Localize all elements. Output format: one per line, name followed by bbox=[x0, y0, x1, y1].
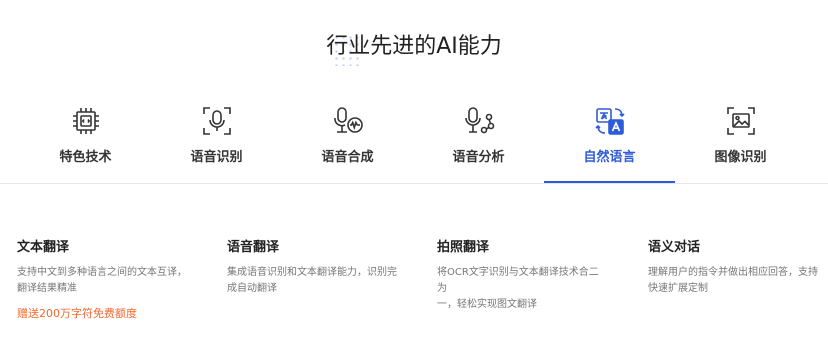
feature-description-line: 支持中文到多种语言之间的文本互译， bbox=[17, 267, 187, 278]
feature-description-line: 将OCR文字识别与文本翻译技术合二为 bbox=[437, 267, 599, 294]
image-scan-icon bbox=[724, 104, 758, 138]
microphone-nodes-icon bbox=[462, 104, 496, 138]
tab-natural-language[interactable]: 自然语言 bbox=[544, 98, 675, 184]
feature-description: 理解用户的指令并做出相应回答，支持 快速扩展定制 bbox=[648, 265, 818, 297]
feature-description-line: 成自动翻译 bbox=[227, 283, 277, 294]
feature-list: 文本翻译 支持中文到多种语言之间的文本互译， 翻译结果精准 赠送200万字符免费… bbox=[0, 230, 828, 330]
tab-label: 语音分析 bbox=[452, 150, 505, 165]
translate-icon bbox=[593, 104, 627, 138]
section-title: 行业先进的AI能力 bbox=[326, 34, 502, 59]
feature-description-line: 快速扩展定制 bbox=[648, 283, 708, 294]
feature-photo-translation[interactable]: 拍照翻译 将OCR文字识别与文本翻译技术合二为 一，轻松实现图文翻译 bbox=[437, 230, 607, 313]
feature-text-translation[interactable]: 文本翻译 支持中文到多种语言之间的文本互译， 翻译结果精准 赠送200万字符免费… bbox=[17, 230, 187, 321]
microphone-scan-icon bbox=[200, 104, 234, 138]
microphone-wave-icon bbox=[331, 104, 365, 138]
feature-description: 将OCR文字识别与文本翻译技术合二为 一，轻松实现图文翻译 bbox=[437, 265, 607, 313]
tab-speech-recognition[interactable]: 语音识别 bbox=[151, 98, 282, 184]
feature-title: 文本翻译 bbox=[17, 240, 70, 255]
feature-speech-translation[interactable]: 语音翻译 集成语音识别和文本翻译能力，识别完 成自动翻译 bbox=[227, 230, 397, 297]
feature-description-line: 集成语音识别和文本翻译能力，识别完 bbox=[227, 267, 397, 278]
feature-title: 语义对话 bbox=[648, 240, 701, 255]
feature-description: 集成语音识别和文本翻译能力，识别完 成自动翻译 bbox=[227, 265, 397, 297]
tab-tech[interactable]: 特色技术 bbox=[20, 98, 151, 184]
feature-semantic-dialogue[interactable]: 语义对话 理解用户的指令并做出相应回答，支持 快速扩展定制 bbox=[648, 230, 818, 297]
tab-speech-analysis[interactable]: 语音分析 bbox=[413, 98, 544, 184]
feature-description-line: 翻译结果精准 bbox=[17, 283, 77, 294]
tab-image-recognition[interactable]: 图像识别 bbox=[675, 98, 806, 184]
tabs-divider bbox=[0, 183, 828, 184]
feature-title: 语音翻译 bbox=[227, 240, 280, 255]
feature-title: 拍照翻译 bbox=[437, 240, 490, 255]
capability-tabs: 特色技术 语音识别 语音合成 语音分析 自然语言 图像识别 bbox=[0, 98, 828, 184]
feature-description-line: 一，轻松实现图文翻译 bbox=[437, 299, 537, 310]
tab-label: 图像识别 bbox=[714, 150, 767, 165]
feature-description-line: 理解用户的指令并做出相应回答，支持 bbox=[648, 267, 818, 278]
tab-label: 特色技术 bbox=[59, 150, 112, 165]
tab-label: 自然语言 bbox=[583, 150, 636, 165]
chip-icon bbox=[69, 104, 103, 138]
section-title-wrap: 行业先进的AI能力 bbox=[0, 28, 828, 60]
feature-description: 支持中文到多种语言之间的文本互译， 翻译结果精准 bbox=[17, 265, 187, 297]
tab-label: 语音合成 bbox=[321, 150, 374, 165]
free-quota-promo[interactable]: 赠送200万字符免费额度 bbox=[17, 305, 187, 321]
tab-label: 语音识别 bbox=[190, 150, 243, 165]
tab-speech-synthesis[interactable]: 语音合成 bbox=[282, 98, 413, 184]
